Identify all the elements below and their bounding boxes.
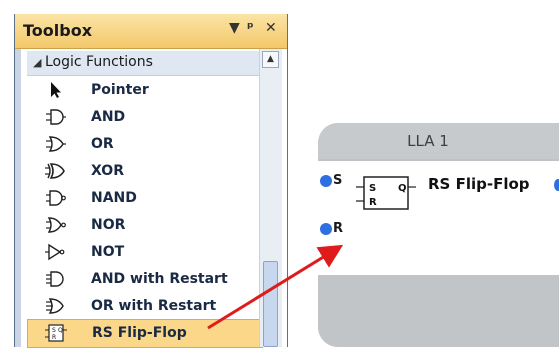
drag-arrow — [207, 244, 344, 330]
